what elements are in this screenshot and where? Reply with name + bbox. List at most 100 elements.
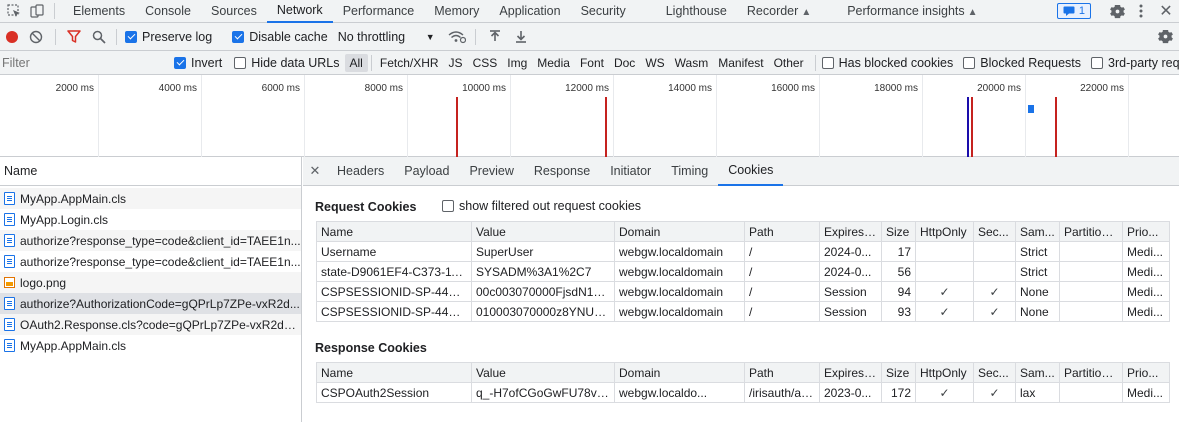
device-toolbar-icon[interactable] bbox=[26, 0, 48, 23]
throttling-select[interactable]: No throttling ▼ bbox=[338, 30, 435, 44]
tab-sources[interactable]: Sources bbox=[201, 0, 267, 23]
column-header-expires[interactable]: Expires ... bbox=[819, 221, 882, 242]
blocked-requests-checkbox[interactable]: Blocked Requests bbox=[963, 56, 1081, 70]
network-conditions-icon[interactable] bbox=[445, 24, 469, 50]
hide-data-urls-checkbox[interactable]: Hide data URLs bbox=[234, 56, 340, 70]
column-header-sam[interactable]: Sam... bbox=[1015, 221, 1060, 242]
request-row[interactable]: logo.png bbox=[0, 272, 301, 293]
column-header-sec[interactable]: Sec... bbox=[973, 221, 1016, 242]
filter-type-fetch-xhr[interactable]: Fetch/XHR bbox=[375, 54, 444, 72]
request-row[interactable]: MyApp.AppMain.cls bbox=[0, 335, 301, 356]
tab-performance-insights[interactable]: Performance insights ▲ bbox=[837, 0, 987, 23]
tab-preview[interactable]: Preview bbox=[459, 157, 523, 186]
filter-type-img[interactable]: Img bbox=[502, 54, 532, 72]
tab-timing[interactable]: Timing bbox=[661, 157, 718, 186]
cookie-cell-name: CSPOAuth2Session bbox=[316, 382, 472, 403]
request-row[interactable]: MyApp.Login.cls bbox=[0, 209, 301, 230]
filter-type-other[interactable]: Other bbox=[769, 54, 809, 72]
tab-application[interactable]: Application bbox=[489, 0, 570, 23]
cookie-cell-expires: Session bbox=[819, 301, 882, 322]
settings-gear-icon[interactable] bbox=[1105, 0, 1129, 23]
filter-type-media[interactable]: Media bbox=[532, 54, 575, 72]
has-blocked-cookies-checkbox[interactable]: Has blocked cookies bbox=[821, 56, 953, 70]
column-header-size[interactable]: Size bbox=[881, 362, 916, 383]
column-header-path[interactable]: Path bbox=[744, 362, 820, 383]
filter-type-font[interactable]: Font bbox=[575, 54, 609, 72]
network-overview-timeline[interactable]: 2000 ms 4000 ms 6000 ms 8000 ms 10000 ms 1200… bbox=[0, 75, 1179, 157]
tab-memory[interactable]: Memory bbox=[424, 0, 489, 23]
filter-type-all[interactable]: All bbox=[344, 53, 368, 72]
column-header-size[interactable]: Size bbox=[881, 221, 916, 242]
column-header-partition[interactable]: Partition... bbox=[1059, 221, 1123, 242]
record-button[interactable] bbox=[1, 24, 23, 50]
column-header-sec[interactable]: Sec... bbox=[973, 362, 1016, 383]
cookie-row[interactable]: CSPSESSIONID-SP-443-U... 00c003070000Fjsd… bbox=[316, 281, 1170, 302]
disable-cache-checkbox[interactable]: Disable cache bbox=[232, 30, 328, 44]
cookie-row[interactable]: CSPOAuth2Session q_-H7ofCGoGwFU78vH... web… bbox=[316, 382, 1170, 403]
column-header-name[interactable]: Name bbox=[316, 221, 472, 242]
column-header-value[interactable]: Value bbox=[471, 362, 615, 383]
throttling-value: No throttling bbox=[337, 29, 406, 44]
filter-type-doc[interactable]: Doc bbox=[609, 54, 640, 72]
request-row[interactable]: authorize?AuthorizationCode=gQPrLp7ZPe-v… bbox=[0, 293, 301, 314]
column-header-httponly[interactable]: HttpOnly bbox=[915, 362, 974, 383]
column-header-partition[interactable]: Partition... bbox=[1059, 362, 1123, 383]
tab-performance[interactable]: Performance bbox=[333, 0, 425, 23]
column-header-httponly[interactable]: HttpOnly bbox=[915, 221, 974, 242]
tab-network[interactable]: Network bbox=[266, 0, 333, 23]
tab-security[interactable]: Security bbox=[571, 0, 636, 23]
show-filtered-cookies-checkbox[interactable]: show filtered out request cookies bbox=[442, 199, 641, 213]
preserve-log-check-icon bbox=[125, 30, 137, 43]
disable-cache-label: Disable cache bbox=[249, 29, 328, 44]
request-row[interactable]: authorize?response_type=code&client_id=T… bbox=[0, 230, 301, 251]
column-header-expires[interactable]: Expires ... bbox=[819, 362, 882, 383]
tab-response[interactable]: Response bbox=[524, 157, 600, 186]
filter-type-js[interactable]: JS bbox=[444, 54, 468, 72]
request-row[interactable]: authorize?response_type=code&client_id=T… bbox=[0, 251, 301, 272]
close-details-icon[interactable]: ✕ bbox=[303, 157, 327, 186]
timeline-request-bar bbox=[1027, 105, 1035, 113]
filter-icon[interactable] bbox=[62, 24, 86, 50]
filter-input[interactable] bbox=[0, 52, 162, 73]
preserve-log-checkbox[interactable]: Preserve log bbox=[125, 30, 212, 44]
third-party-checkbox[interactable]: 3rd-party requests bbox=[1091, 56, 1179, 70]
column-header-prio[interactable]: Prio... bbox=[1122, 362, 1170, 383]
cookie-row[interactable]: state-D9061EF4-C373-11... SYSADM%3A1%2C7 w… bbox=[316, 261, 1170, 282]
close-devtools-icon[interactable]: ✕ bbox=[1153, 0, 1179, 23]
tab-initiator[interactable]: Initiator bbox=[600, 157, 661, 186]
search-icon[interactable] bbox=[86, 24, 112, 50]
column-header-value[interactable]: Value bbox=[471, 221, 615, 242]
filter-type-manifest[interactable]: Manifest bbox=[713, 54, 768, 72]
network-settings-gear-icon[interactable] bbox=[1151, 24, 1179, 50]
column-header-name[interactable]: Name bbox=[316, 362, 472, 383]
filter-type-wasm[interactable]: Wasm bbox=[670, 54, 714, 72]
cookie-row[interactable]: CSPSESSIONID-SP-443-U... 010003070000z8YN… bbox=[316, 301, 1170, 322]
column-header-domain[interactable]: Domain bbox=[614, 362, 745, 383]
tab-elements[interactable]: Elements bbox=[63, 0, 135, 23]
column-header-prio[interactable]: Prio... bbox=[1122, 221, 1170, 242]
tab-cookies[interactable]: Cookies bbox=[718, 157, 784, 186]
request-row[interactable]: OAuth2.Response.cls?code=gQPrLp7ZPe-vxR2… bbox=[0, 314, 301, 335]
import-har-icon[interactable] bbox=[482, 24, 508, 50]
filter-type-css[interactable]: CSS bbox=[468, 54, 503, 72]
tab-headers[interactable]: Headers bbox=[327, 157, 394, 186]
name-column-header[interactable]: Name bbox=[0, 157, 301, 186]
invert-checkbox[interactable]: Invert bbox=[174, 56, 222, 70]
tab-recorder[interactable]: Recorder ▲ bbox=[737, 0, 821, 23]
filter-type-ws[interactable]: WS bbox=[640, 54, 669, 72]
inspect-element-icon[interactable] bbox=[2, 0, 26, 23]
export-har-icon[interactable] bbox=[508, 24, 534, 50]
cookie-row[interactable]: Username SuperUser webgw.localdomain/2024-… bbox=[316, 241, 1170, 262]
tab-lighthouse[interactable]: Lighthouse bbox=[656, 0, 737, 23]
column-header-sam[interactable]: Sam... bbox=[1015, 362, 1060, 383]
timeline-gridline bbox=[819, 75, 820, 157]
column-header-domain[interactable]: Domain bbox=[614, 221, 745, 242]
column-header-path[interactable]: Path bbox=[744, 221, 820, 242]
issues-button[interactable]: 1 bbox=[1056, 3, 1091, 19]
request-row[interactable]: MyApp.AppMain.cls bbox=[0, 188, 301, 209]
clear-icon[interactable] bbox=[23, 24, 49, 50]
tab-payload[interactable]: Payload bbox=[394, 157, 459, 186]
tab-console[interactable]: Console bbox=[135, 0, 201, 23]
more-options-icon[interactable] bbox=[1129, 0, 1153, 23]
document-icon bbox=[4, 255, 15, 268]
